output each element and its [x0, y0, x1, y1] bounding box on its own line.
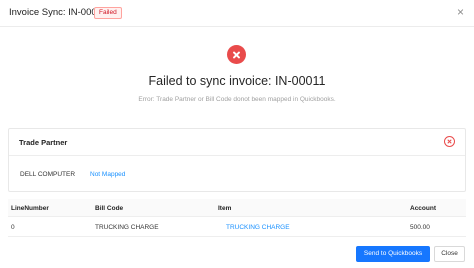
trade-partner-name: DELL COMPUTER [20, 171, 76, 178]
result-subtitle: Error: Trade Partner or Bill Code donot … [138, 96, 336, 103]
table-row: 0 TRUCKING CHARGE TRUCKING CHARGE 500.00 [8, 218, 466, 237]
close-icon[interactable]: × [457, 6, 464, 18]
cell-account: 500.00 [410, 224, 430, 231]
close-circle-icon[interactable] [444, 136, 455, 147]
result-title: Failed to sync invoice: IN-00011 [148, 74, 326, 88]
column-header-bill-code: Bill Code [95, 205, 124, 212]
card-title: Trade Partner [19, 138, 68, 147]
modal-title: Invoice Sync: IN-00011 [9, 7, 107, 18]
error-circle-icon [227, 45, 246, 64]
trade-partner-status-link[interactable]: Not Mapped [90, 171, 125, 178]
column-header-linenumber: LineNumber [11, 205, 49, 212]
close-button[interactable]: Close [434, 246, 465, 262]
cell-bill-code: TRUCKING CHARGE [95, 224, 159, 231]
cell-item-link[interactable]: TRUCKING CHARGE [226, 224, 290, 231]
table-header-row: LineNumber Bill Code Item Account [8, 199, 466, 217]
card-header: Trade Partner [9, 129, 465, 156]
column-header-account: Account [410, 205, 436, 212]
cell-linenumber: 0 [11, 224, 15, 231]
status-badge: Failed [94, 7, 122, 19]
send-to-quickbooks-button[interactable]: Send to Quickbooks [356, 246, 430, 262]
trade-partner-card: Trade Partner DELL COMPUTER Not Mapped [8, 128, 466, 192]
modal-header: Invoice Sync: IN-00011 Failed × [0, 0, 474, 27]
column-header-item: Item [218, 205, 232, 212]
